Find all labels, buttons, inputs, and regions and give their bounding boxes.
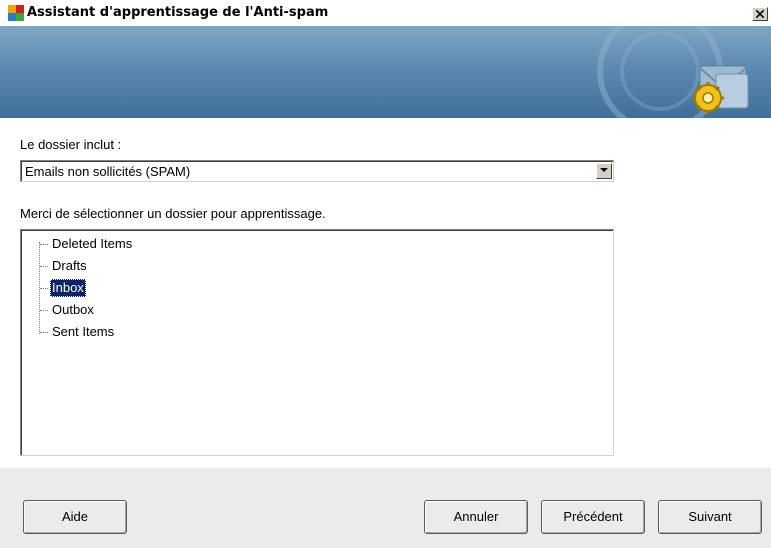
tree-item-label: Drafts (52, 258, 87, 273)
previous-button[interactable]: Précédent (541, 500, 645, 534)
close-button[interactable] (752, 7, 768, 21)
mail-settings-icon (692, 65, 749, 114)
folder-type-label: Le dossier inclut : (20, 137, 122, 152)
folder-tree[interactable]: Deleted Items Drafts Inbox Outbox Sent I… (20, 229, 614, 456)
window-title: Assistant d'apprentissage de l'Anti-spam (27, 5, 329, 20)
tree-item-label: Outbox (52, 302, 94, 317)
cancel-button[interactable]: Annuler (424, 500, 528, 534)
close-icon (756, 10, 764, 18)
tree-item-label: Deleted Items (52, 236, 133, 251)
folder-type-select[interactable]: Emails non sollicités (SPAM) (20, 160, 614, 182)
folder-list-label: Merci de sélectionner un dossier pour ap… (20, 206, 326, 221)
tree-item-label: Sent Items (52, 324, 115, 339)
tree-item-label: Inbox (50, 279, 86, 297)
avast-logo-icon (8, 5, 24, 21)
header-banner (0, 26, 771, 118)
chevron-down-icon (600, 168, 608, 172)
help-button[interactable]: Aide (23, 500, 127, 534)
next-button[interactable]: Suivant (658, 500, 762, 534)
folder-type-value: Emails non sollicités (SPAM) (25, 164, 191, 179)
dropdown-button[interactable] (596, 163, 612, 179)
button-bar: Aide Annuler Précédent Suivant (0, 468, 771, 548)
title-bar: Assistant d'apprentissage de l'Anti-spam (0, 0, 771, 26)
